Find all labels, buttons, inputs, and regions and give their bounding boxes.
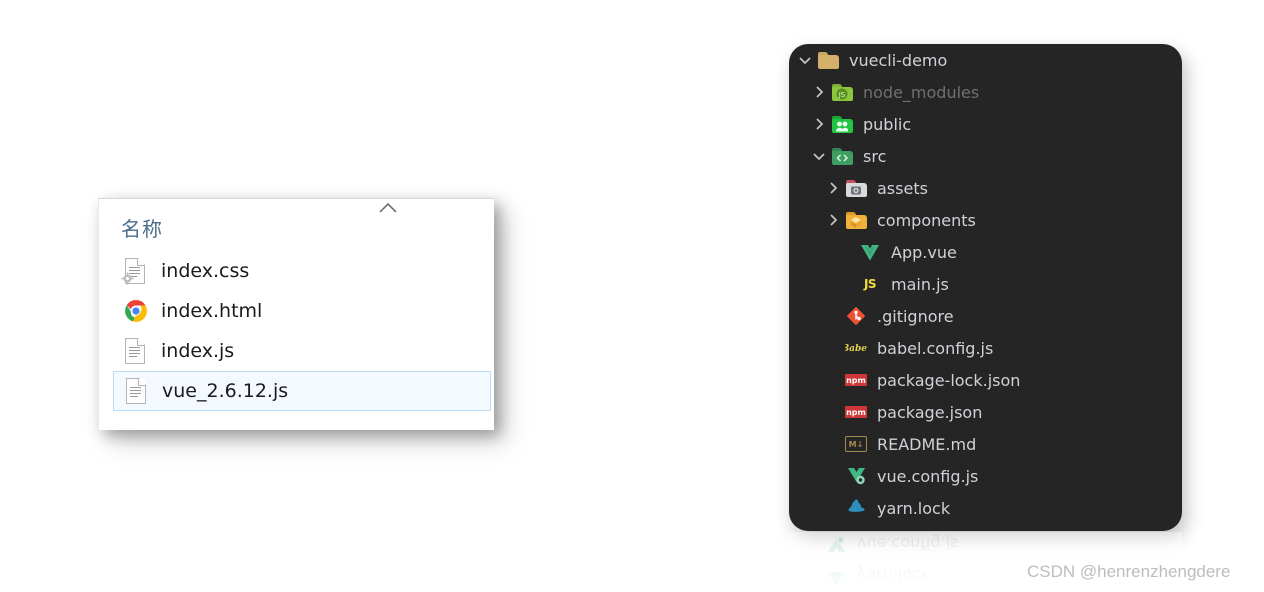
tree-row[interactable]: components <box>789 204 1182 236</box>
folder-public-icon <box>829 115 855 133</box>
tree-row[interactable]: JS main.js <box>789 268 1182 300</box>
windows-explorer-file-list: 名称 index.css index.html index.js vue_2.6.12… <box>98 198 494 430</box>
vscode-explorer-tree: vuecli-demo JS node_modulespublic src assets… <box>789 44 1182 531</box>
tree-row[interactable]: vue.config.js <box>789 460 1182 492</box>
babel-icon: Babel <box>843 341 869 355</box>
tree-item-label: .gitignore <box>877 306 954 326</box>
tree-item-label: package-lock.json <box>877 370 1021 390</box>
vue-icon <box>857 242 883 262</box>
reflection-label: vue.config.js <box>857 534 959 554</box>
tree-row[interactable]: App.vue <box>789 236 1182 268</box>
file-list-row[interactable]: vue_2.6.12.js <box>113 371 491 411</box>
tree-item-label: vue.config.js <box>877 466 979 486</box>
tree-row[interactable]: .gitignore <box>789 300 1182 332</box>
file-name-label: vue_2.6.12.js <box>162 380 289 402</box>
tree-row[interactable]: JS node_modules <box>789 76 1182 108</box>
tree-item-label: main.js <box>891 274 949 294</box>
file-list-row[interactable]: index.js <box>99 331 494 371</box>
tree-item-label: src <box>863 146 887 166</box>
tree-item-label: assets <box>877 178 928 198</box>
svg-text:Babel: Babel <box>845 344 867 354</box>
folder-root-icon <box>815 51 841 69</box>
css-file-icon <box>121 256 147 286</box>
sort-ascending-chevron-icon[interactable] <box>377 201 399 215</box>
tree-item-label: yarn.lock <box>877 498 951 518</box>
tree-rows-container: vuecli-demo JS node_modulespublic src assets… <box>789 44 1182 524</box>
column-header-name[interactable]: 名称 <box>121 213 163 242</box>
tree-row[interactable]: npm package.json <box>789 396 1182 428</box>
tree-row[interactable]: public <box>789 108 1182 140</box>
vue-config-icon <box>823 534 849 554</box>
vue-config-icon <box>843 466 869 486</box>
gear-icon <box>121 272 134 285</box>
tree-row[interactable]: yarn.lock <box>789 492 1182 524</box>
file-list-row[interactable]: index.css <box>99 251 494 291</box>
file-list-row[interactable]: index.html <box>99 291 494 331</box>
chevron-right-icon[interactable] <box>823 212 843 228</box>
tree-item-label: README.md <box>877 434 977 454</box>
tree-row[interactable]: vuecli-demo <box>789 44 1182 76</box>
folder-assets-icon <box>843 179 869 197</box>
tree-row[interactable]: npm package-lock.json <box>789 364 1182 396</box>
folder-src-icon <box>829 147 855 165</box>
npm-icon: npm <box>845 406 867 418</box>
tree-row[interactable]: Babel babel.config.js <box>789 332 1182 364</box>
js-file-icon <box>122 376 148 406</box>
js-file-icon <box>121 336 147 366</box>
markdown-icon: M↓ <box>843 436 869 452</box>
tree-row[interactable]: M↓ README.md <box>789 428 1182 460</box>
chevron-right-icon[interactable] <box>809 84 829 100</box>
chevron-right-icon[interactable] <box>809 116 829 132</box>
chrome-icon <box>121 296 147 326</box>
tree-item-label: vuecli-demo <box>849 50 948 70</box>
chrome-icon <box>124 299 148 323</box>
svg-text:JS: JS <box>838 91 846 99</box>
file-name-label: index.js <box>161 340 235 362</box>
chevron-down-icon[interactable] <box>809 148 829 164</box>
tree-item-label: components <box>877 210 976 230</box>
npm-icon: npm <box>845 374 867 386</box>
file-list-header: 名称 <box>99 199 494 251</box>
tree-item-label: public <box>863 114 912 134</box>
yarn-icon <box>843 498 869 518</box>
tree-item-label: App.vue <box>891 242 957 262</box>
chevron-down-icon[interactable] <box>795 52 815 68</box>
file-name-label: index.css <box>161 260 250 282</box>
tree-item-label: babel.config.js <box>877 338 994 358</box>
js-icon: JS <box>863 277 877 291</box>
chevron-right-icon[interactable] <box>823 180 843 196</box>
yarn-icon <box>823 566 849 586</box>
tree-row[interactable]: assets <box>789 172 1182 204</box>
tree-item-label: package.json <box>877 402 983 422</box>
reflection-label: yarn.lock <box>857 566 931 586</box>
watermark-text: CSDN @henrenzhengdere <box>1027 562 1231 581</box>
git-icon <box>843 306 869 326</box>
folder-node-modules-icon: JS <box>829 83 855 101</box>
file-name-label: index.html <box>161 300 263 322</box>
file-list-body: index.css index.html index.js vue_2.6.12.js <box>99 251 494 411</box>
reflection-row: vue.config.js <box>789 532 1182 560</box>
tree-row[interactable]: src <box>789 140 1182 172</box>
folder-components-icon <box>843 211 869 229</box>
tree-item-label: node_modules <box>863 82 980 102</box>
